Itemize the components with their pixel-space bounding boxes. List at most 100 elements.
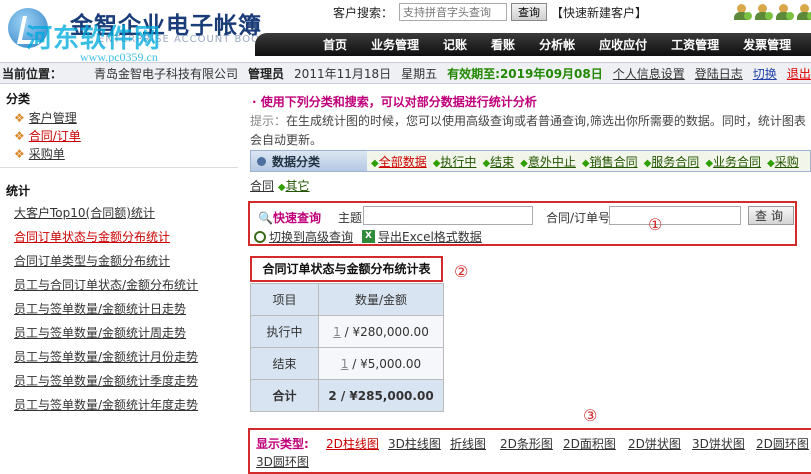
quick-search-label: 🔍快速查询 bbox=[258, 211, 321, 225]
data-category-bar: 数据分类 ◆全部数据 ◆执行中 ◆结束 ◆意外中止 ◆销售合同 ◆服务合同 ◆业… bbox=[250, 150, 811, 172]
category-finished[interactable]: ◆结束 bbox=[482, 153, 514, 170]
category-links: ◆全部数据 ◆执行中 ◆结束 ◆意外中止 ◆销售合同 ◆服务合同 ◆业务合同 ◆… bbox=[367, 151, 810, 171]
hint-body: 在生成统计图的时候，您可以使用高级查询或者普通查询,筛选出你所需要的数据。同时，… bbox=[250, 114, 806, 147]
chart-2d-area[interactable]: 2D面积图 bbox=[563, 435, 616, 452]
category-sales-contract[interactable]: ◆销售合同 bbox=[582, 153, 638, 170]
order-number-label: 合同/订单号 bbox=[546, 211, 611, 225]
user-group-icon[interactable] bbox=[754, 4, 773, 20]
query-button[interactable]: 查询 bbox=[748, 206, 794, 225]
company-name: 青岛金智电子科技有限公司 bbox=[94, 66, 239, 81]
sidebar-item-contracts[interactable]: ❖ 合同/订单 bbox=[14, 127, 238, 144]
quick-new-customer-link[interactable]: 【快速新建客户】 bbox=[551, 4, 647, 21]
current-weekday: 星期五 bbox=[401, 66, 438, 81]
total-value: 2 / ¥285,000.00 bbox=[318, 379, 444, 412]
chart-3d-donut[interactable]: 3D圆环图 bbox=[256, 453, 309, 470]
nav-home[interactable]: 首页 bbox=[323, 36, 347, 53]
hint-text: 提示：在生成统计图的时候，您可以使用高级查询或者普通查询,筛选出你所需要的数据。… bbox=[250, 112, 810, 150]
profile-settings-link[interactable]: 个人信息设置 bbox=[613, 65, 685, 82]
user-settings-icon[interactable] bbox=[775, 4, 794, 20]
header: 金智企业电子帐簿 ENTERPRISE ACCOUNT BOOK 河东软件网 w… bbox=[0, 0, 811, 64]
row-value: 1 / ¥280,000.00 bbox=[318, 315, 444, 348]
chart-2d-bar-line[interactable]: 2D柱线图 bbox=[326, 435, 379, 452]
row-label: 结束 bbox=[250, 347, 319, 380]
stat-link-weekly-trend[interactable]: 员工与签单数量/金额统计周走势 bbox=[14, 321, 238, 345]
stat-link-status-amount[interactable]: 合同订单状态与金额分布统计 bbox=[14, 225, 238, 249]
main-navbar: 首页 业务管理 记账 看账 分析帐 应收应付 工资管理 发票管理 bbox=[255, 33, 811, 56]
row-label: 执行中 bbox=[250, 315, 319, 348]
stat-link-employee-status[interactable]: 员工与合同订单状态/金额分布统计 bbox=[14, 273, 238, 297]
stat-link-quarterly-trend[interactable]: 员工与签单数量/金额统计季度走势 bbox=[14, 369, 238, 393]
stat-link-daily-trend[interactable]: 员工与签单数量/金额统计日走势 bbox=[14, 297, 238, 321]
header-item: 项目 bbox=[250, 283, 319, 316]
stat-link-monthly-trend[interactable]: 员工与签单数量/金额统计月份走势 bbox=[14, 345, 238, 369]
table-total-row: 合计 2 / ¥285,000.00 bbox=[250, 379, 444, 412]
category-in-progress[interactable]: ◆执行中 bbox=[433, 153, 477, 170]
bullet-icon bbox=[257, 156, 266, 166]
sidebar-item-customers[interactable]: ❖ 客户管理 bbox=[14, 109, 238, 126]
validity-date: 有效期至:2019年09月08日 bbox=[447, 66, 603, 81]
chart-3d-pie[interactable]: 3D饼状图 bbox=[692, 435, 745, 452]
hint-title: · 使用下列分类和搜索，可以对部分数据进行统计分析 bbox=[252, 95, 537, 109]
quick-search-box: 🔍快速查询 主题 合同/订单号 查询 切换到高级查询 X 导出Excel格式数据 bbox=[248, 201, 797, 246]
chart-2d-horizontal-bar[interactable]: 2D条形图 bbox=[500, 435, 553, 452]
category-contract-suffix[interactable]: 合同 bbox=[250, 179, 274, 193]
customer-search-input[interactable] bbox=[399, 3, 508, 21]
logout-link[interactable]: 退出 bbox=[787, 65, 811, 82]
category-all[interactable]: ◆全部数据 bbox=[371, 153, 427, 170]
main-content: · 使用下列分类和搜索，可以对部分数据进行统计分析 提示：在生成统计图的时候，您… bbox=[248, 88, 811, 474]
sidebar-item-purchase[interactable]: ❖ 采购单 bbox=[14, 145, 238, 162]
diamond-icon: ❖ bbox=[14, 147, 25, 161]
category-purchase[interactable]: ◆采购 bbox=[767, 153, 799, 170]
order-number-input[interactable] bbox=[609, 206, 741, 225]
stats-table: 项目 数量/金额 执行中 1 / ¥280,000.00 结束 1 / ¥5,0… bbox=[250, 283, 444, 412]
category-other[interactable]: ◆其它 bbox=[278, 179, 310, 193]
display-type-box: 显示类型: 2D柱线图 3D柱线图 折线图 2D条形图 2D面积图 2D饼状图 … bbox=[248, 428, 811, 474]
nav-invoices[interactable]: 发票管理 bbox=[743, 36, 791, 53]
login-log-link[interactable]: 登陆日志 bbox=[695, 65, 743, 82]
diamond-icon: ❖ bbox=[14, 129, 25, 143]
nav-receivables-payables[interactable]: 应收应付 bbox=[599, 36, 647, 53]
category-business-contract[interactable]: ◆业务合同 bbox=[705, 153, 761, 170]
category-heading: 分类 bbox=[6, 92, 31, 106]
category-label: 数据分类 bbox=[251, 153, 367, 170]
stat-link-type-amount[interactable]: 合同订单类型与金额分布统计 bbox=[14, 249, 238, 273]
user-role: 管理员 bbox=[248, 66, 285, 81]
switch-link[interactable]: 切换 bbox=[753, 65, 777, 82]
search-label: 客户搜索： bbox=[333, 5, 394, 20]
table-title: 合同订单状态与金额分布统计表 bbox=[250, 256, 443, 282]
current-date: 2011年11月18日 bbox=[294, 66, 392, 81]
stat-link-yearly-trend[interactable]: 员工与签单数量/金额统计年度走势 bbox=[14, 393, 238, 417]
nav-analysis[interactable]: 分析帐 bbox=[539, 36, 575, 53]
nav-view-accounts[interactable]: 看账 bbox=[491, 36, 515, 53]
count-link[interactable]: 1 bbox=[333, 325, 341, 339]
category-row2: 合同 ◆其它 bbox=[250, 177, 316, 194]
nav-payroll[interactable]: 工资管理 bbox=[671, 36, 719, 53]
annotation-3: ③ bbox=[583, 406, 598, 425]
category-service-contract[interactable]: ◆服务合同 bbox=[644, 153, 700, 170]
display-type-label: 显示类型: bbox=[256, 437, 309, 451]
stat-link-top10[interactable]: 大客户Top10(合同额)统计 bbox=[14, 201, 238, 225]
location-label: 当前位置： bbox=[2, 66, 63, 81]
annotation-1: ① bbox=[648, 215, 663, 234]
hint-label: 提示： bbox=[250, 114, 287, 128]
nav-bookkeeping[interactable]: 记账 bbox=[443, 36, 467, 53]
chart-2d-donut[interactable]: 2D圆环图 bbox=[756, 435, 809, 452]
info-bar: 当前位置： 青岛金智电子科技有限公司 管理员 2011年11月18日 星期五 有… bbox=[0, 62, 811, 84]
sidebar: 分类 ❖ 客户管理 ❖ 合同/订单 ❖ 采购单 统计 大客户Top10(合同额)统计 … bbox=[0, 88, 238, 474]
chart-3d-bar-line[interactable]: 3D柱线图 bbox=[388, 435, 441, 452]
total-label: 合计 bbox=[250, 379, 319, 412]
customer-search-button[interactable]: 查询 bbox=[511, 3, 548, 21]
row-value: 1 / ¥5,000.00 bbox=[318, 347, 444, 380]
user-add-icon[interactable] bbox=[733, 4, 752, 20]
table-row: 结束 1 / ¥5,000.00 bbox=[250, 347, 444, 380]
chart-line[interactable]: 折线图 bbox=[450, 435, 486, 452]
subject-input[interactable] bbox=[363, 206, 533, 225]
subject-label: 主题 bbox=[338, 211, 363, 225]
advanced-search-link[interactable]: 切换到高级查询 bbox=[254, 228, 353, 245]
chart-2d-pie[interactable]: 2D饼状图 bbox=[628, 435, 681, 452]
export-excel-link[interactable]: X 导出Excel格式数据 bbox=[362, 228, 482, 245]
category-aborted[interactable]: ◆意外中止 bbox=[520, 153, 576, 170]
user-edit-icon[interactable] bbox=[796, 4, 811, 20]
table-header-row: 项目 数量/金额 bbox=[250, 283, 444, 316]
nav-business[interactable]: 业务管理 bbox=[371, 36, 419, 53]
